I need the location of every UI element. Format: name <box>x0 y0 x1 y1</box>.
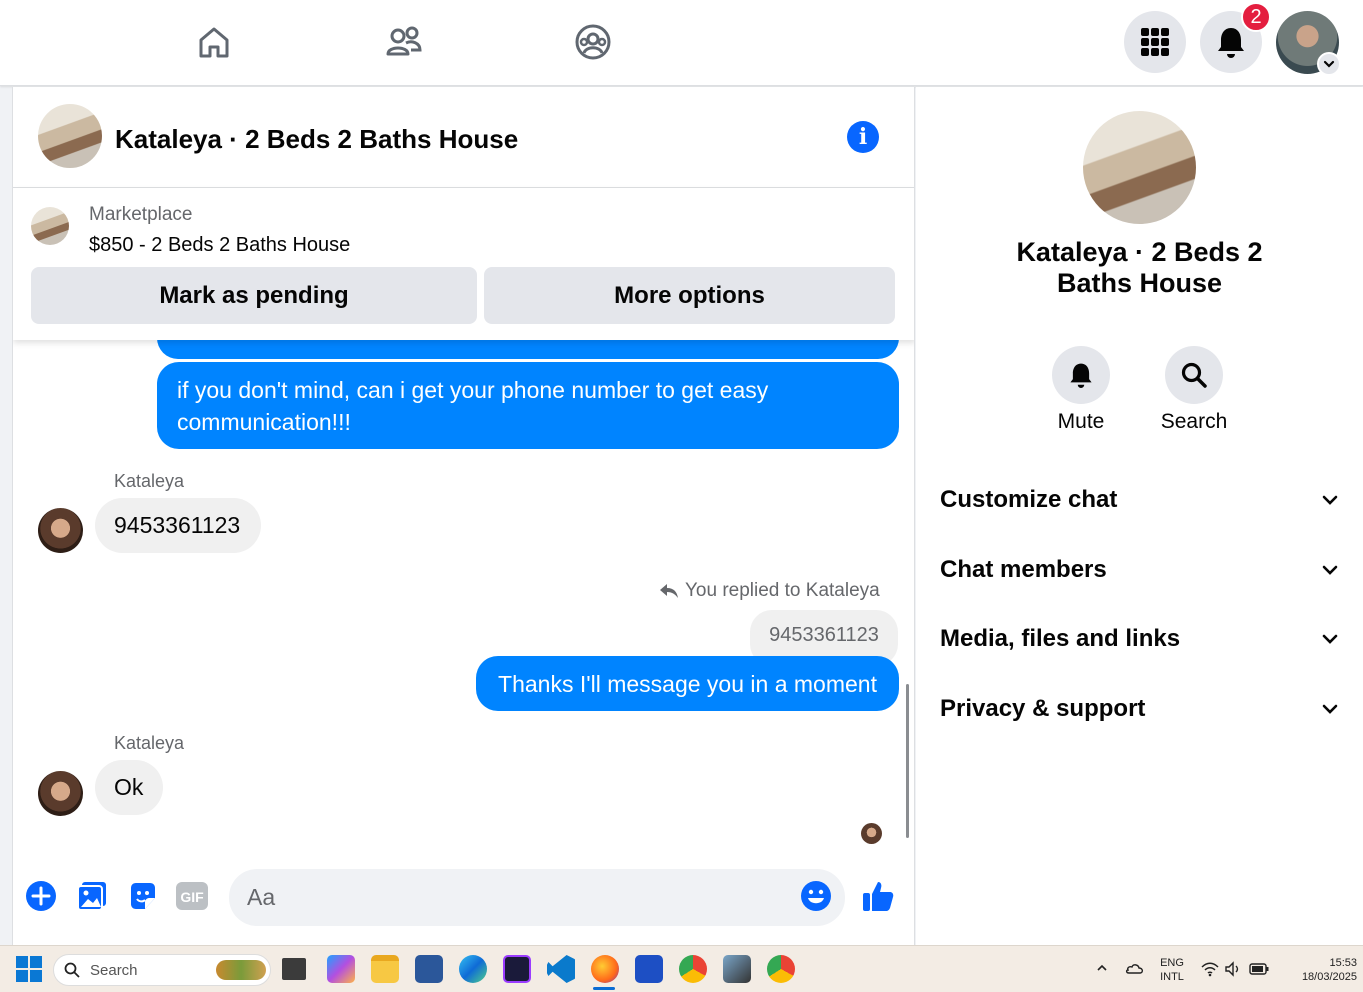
app-icon[interactable] <box>723 955 751 983</box>
listing-thumbnail[interactable] <box>31 207 69 245</box>
windows-taskbar: Search ENG INTL 15:53 18/03/2025 <box>0 945 1363 992</box>
sender-name: Kataleya <box>114 471 185 491</box>
message-input[interactable] <box>229 869 845 926</box>
clock-date: 18/03/2025 <box>1301 971 1357 983</box>
vscode-icon[interactable] <box>547 955 575 983</box>
mute-button[interactable] <box>1052 346 1110 404</box>
search-label: Search <box>1160 410 1228 433</box>
groups-icon[interactable] <box>569 18 617 66</box>
top-navigation-bar: 2 <box>0 0 1363 86</box>
chat-title[interactable]: Kataleya · 2 Beds 2 Baths House <box>115 124 518 155</box>
reply-indicator: You replied to Kataleya <box>659 580 880 602</box>
clock-time: 15:53 <box>1329 957 1357 969</box>
gif-icon[interactable]: GIF <box>175 879 209 913</box>
menu-grid-icon[interactable] <box>1124 11 1186 73</box>
wifi-icon[interactable] <box>1201 961 1219 982</box>
keyboard-layout: INTL <box>1160 971 1184 983</box>
plus-circle-icon[interactable] <box>24 879 58 913</box>
read-receipt-avatar <box>861 823 882 844</box>
chevron-down-icon <box>1322 565 1338 575</box>
listing-photo-avatar[interactable] <box>38 104 102 168</box>
sidebar-title: Kataleya · 2 Beds 2 Baths House <box>1016 237 1263 298</box>
contact-avatar[interactable] <box>38 508 83 553</box>
reply-arrow-icon <box>660 584 678 598</box>
marketplace-listing-panel: Marketplace $850 - 2 Beds 2 Baths House … <box>13 188 914 340</box>
chrome-icon[interactable] <box>679 955 707 983</box>
reply-label-text: You replied to Kataleya <box>685 580 880 601</box>
more-options-button[interactable]: More options <box>484 267 895 324</box>
section-label: Customize chat <box>940 486 1118 513</box>
message-bubble-incoming[interactable]: Ok <box>95 760 163 815</box>
chevron-down-icon <box>1322 704 1338 714</box>
section-label: Media, files and links <box>940 625 1181 652</box>
volume-icon[interactable] <box>1224 961 1242 982</box>
listing-profile-photo[interactable] <box>1083 111 1196 224</box>
chevron-down-icon[interactable] <box>1317 52 1341 76</box>
input-language-indicator[interactable]: ENG INTL <box>1154 956 1190 984</box>
chevron-down-icon <box>1322 634 1338 644</box>
svg-text:GIF: GIF <box>180 889 204 905</box>
windows-start-icon[interactable] <box>15 955 43 983</box>
section-media-files-links[interactable]: Media, files and links <box>940 614 1340 664</box>
message-bubble-outgoing[interactable]: if you don't mind, can i get your phone … <box>157 362 899 449</box>
sender-name: Kataleya <box>114 733 185 753</box>
notification-count-badge: 2 <box>1241 2 1271 32</box>
message-bubble-outgoing-reply[interactable]: Thanks I'll message you in a moment <box>476 656 899 711</box>
app-icon[interactable] <box>635 955 663 983</box>
emoji-icon[interactable] <box>799 879 833 913</box>
firefox-icon[interactable] <box>591 955 619 983</box>
chat-header: Kataleya · 2 Beds 2 Baths House i <box>13 87 914 188</box>
chrome-profile-icon[interactable] <box>767 955 795 983</box>
mute-label: Mute <box>1057 410 1105 433</box>
copilot-icon[interactable] <box>327 955 355 983</box>
listing-title[interactable]: $850 - 2 Beds 2 Baths House <box>89 234 350 257</box>
section-chat-members[interactable]: Chat members <box>940 545 1340 595</box>
section-label: Chat members <box>940 556 1107 583</box>
battery-icon[interactable] <box>1249 962 1269 981</box>
photo-gallery-icon[interactable] <box>75 879 109 913</box>
message-composer: GIF <box>13 855 914 945</box>
chat-panel: Kataleya · 2 Beds 2 Baths House i Market… <box>12 87 915 945</box>
search-icon <box>1181 362 1207 388</box>
home-icon[interactable] <box>190 18 238 66</box>
friends-icon[interactable] <box>380 18 428 66</box>
section-label: Privacy & support <box>940 695 1146 722</box>
section-privacy-support[interactable]: Privacy & support <box>940 684 1340 734</box>
app-icon[interactable] <box>503 955 531 983</box>
chevron-down-icon <box>1322 495 1338 505</box>
taskbar-search-box[interactable]: Search <box>53 954 271 986</box>
task-view-icon[interactable] <box>282 958 306 980</box>
edge-browser-icon[interactable] <box>459 955 487 983</box>
microsoft-store-icon[interactable] <box>415 955 443 983</box>
onedrive-cloud-icon[interactable] <box>1124 960 1144 981</box>
message-bubble-incoming[interactable]: 9453361123 <box>95 498 261 553</box>
language-code: ENG <box>1160 957 1184 969</box>
chat-scrollbar[interactable] <box>906 684 909 838</box>
search-icon <box>64 962 80 978</box>
active-app-indicator <box>593 987 615 990</box>
contact-avatar[interactable] <box>38 771 83 816</box>
file-explorer-icon[interactable] <box>371 955 399 983</box>
section-customize-chat[interactable]: Customize chat <box>940 475 1340 525</box>
taskbar-search-label: Search <box>90 961 138 979</box>
clock[interactable]: 15:53 18/03/2025 <box>1277 956 1357 984</box>
info-icon[interactable]: i <box>847 121 879 153</box>
search-highlight-image <box>216 960 266 980</box>
sticker-icon[interactable] <box>126 879 160 913</box>
marketplace-label: Marketplace <box>89 204 193 225</box>
bell-icon <box>1070 363 1092 388</box>
chevron-up-icon[interactable] <box>1095 961 1109 980</box>
search-conversation-button[interactable] <box>1165 346 1223 404</box>
thumbs-up-icon[interactable] <box>861 879 895 913</box>
conversation-details-sidebar: Kataleya · 2 Beds 2 Baths House Mute Sea… <box>916 87 1363 945</box>
mark-as-pending-button[interactable]: Mark as pending <box>31 267 477 324</box>
